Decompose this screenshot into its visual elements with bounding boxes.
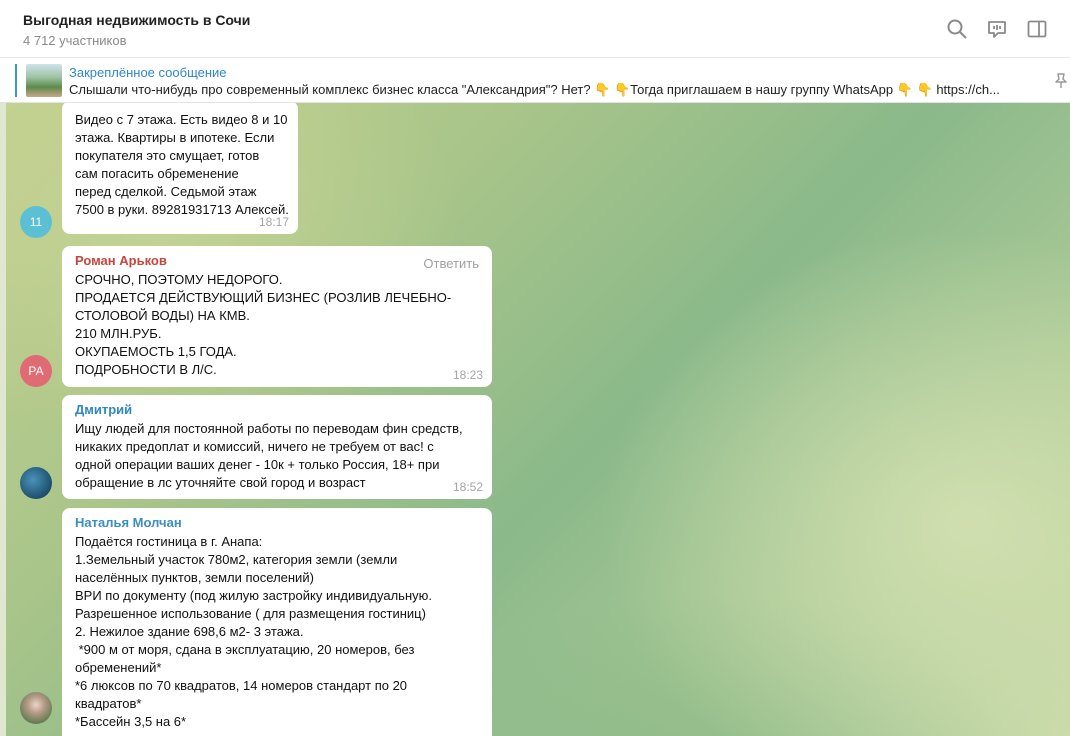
message-time: 18:17 — [258, 215, 289, 229]
pinned-accent-bar — [15, 64, 17, 97]
message-bubble[interactable]: Видео с 7 этажа. Есть видео 8 и 10 этажа… — [62, 103, 298, 234]
message-line: Подаётся гостиница в г. Анапа: — [75, 534, 263, 549]
pin-icon[interactable] — [1052, 72, 1070, 90]
message-line: *900 м от моря, сдана в эксплуатацию, 20… — [75, 642, 415, 657]
member-count: 4 712 участников — [23, 33, 127, 48]
message-line: 210 МЛН.РУБ. — [75, 326, 162, 341]
message-line: 2. Нежилое здание 698,6 м2- 3 этажа. — [75, 624, 304, 639]
avatar[interactable] — [20, 467, 52, 499]
message-line: сам погасить обременение — [75, 166, 239, 181]
message-author[interactable]: Наталья Молчан — [75, 514, 479, 532]
reply-button[interactable]: Ответить — [423, 255, 479, 273]
chat-header: Выгодная недвижимость в Сочи 4 712 участ… — [0, 0, 1070, 58]
message-time: 18:23 — [452, 368, 483, 382]
message-author[interactable]: Дмитрий — [75, 401, 479, 419]
message-line: ВРИ по документу (под жилую застройку ин… — [75, 588, 432, 603]
message-line: 7500 в руки. 89281931713 Алексей. — [75, 202, 289, 217]
message-line: квадратов* — [75, 696, 142, 711]
message-line: *Бассейн 3,5 на 6* — [75, 714, 187, 729]
search-icon[interactable] — [946, 18, 968, 40]
message-line: обременений* — [75, 660, 162, 675]
chat-title[interactable]: Выгодная недвижимость в Сочи — [23, 12, 250, 28]
message-line: покупателя это смущает, готов — [75, 148, 260, 163]
message-line: населённых пунктов, земли поселений) — [75, 570, 314, 585]
message-bubble[interactable]: Дмитрий Ищу людей для постоянной работы … — [62, 395, 492, 499]
message-line: ПОДРОБНОСТИ В Л/С. — [75, 362, 217, 377]
pinned-thumbnail — [26, 64, 62, 97]
message-bubble[interactable]: Наталья Молчан Подаётся гостиница в г. А… — [62, 508, 492, 736]
chat-area[interactable]: Видео с 7 этажа. Есть видео 8 и 10 этажа… — [6, 103, 1070, 736]
message-line: Разрешенное использование ( для размещен… — [75, 606, 426, 621]
pinned-title: Закреплённое сообщение — [69, 65, 227, 80]
message-line: одной операции ваших денег - 10к + тольк… — [75, 457, 440, 472]
message-line: 1.Земельный участок 780м2, категория зем… — [75, 552, 398, 567]
video-chat-icon[interactable] — [986, 18, 1008, 40]
message-line: *6 люксов по 70 квадратов, 14 номеров ст… — [75, 678, 408, 693]
message-line: никаких предоплат и комиссий, ничего не … — [75, 439, 434, 454]
message-time: 18:52 — [452, 480, 483, 494]
message-line: СТОЛОВОЙ ВОДЫ) НА КМВ. — [75, 308, 250, 323]
avatar[interactable]: РА — [20, 355, 52, 387]
message-line: Ищу людей для постоянной работы по перев… — [75, 421, 463, 436]
message-author[interactable]: Роман Арьков — [75, 252, 479, 270]
avatar[interactable]: 11 — [20, 206, 52, 238]
message-line: Видео с 7 этажа. Есть видео 8 и 10 — [75, 112, 288, 127]
pinned-text: Слышали что-нибудь про современный компл… — [69, 82, 1000, 97]
message-bubble[interactable]: Роман Арьков Ответить СРОЧНО, ПОЭТОМУ НЕ… — [62, 246, 492, 387]
message-line: обращение в лс уточняйте свой город и во… — [75, 475, 366, 490]
message-line: ПРОДАЕТСЯ ДЕЙСТВУЮЩИЙ БИЗНЕС (РОЗЛИВ ЛЕЧ… — [75, 290, 452, 305]
sidebar-toggle-icon[interactable] — [1026, 18, 1048, 40]
message-line: ОКУПАЕМОСТЬ 1,5 ГОДА. — [75, 344, 237, 359]
pinned-message[interactable]: Закреплённое сообщение Слышали что-нибуд… — [0, 58, 1070, 103]
message-line: перед сделкой. Седьмой этаж — [75, 184, 257, 199]
message-line: СРОЧНО, ПОЭТОМУ НЕДОРОГО. — [75, 272, 283, 287]
avatar[interactable] — [20, 692, 52, 724]
message-line: этажа. Квартиры в ипотеке. Если — [75, 130, 275, 145]
